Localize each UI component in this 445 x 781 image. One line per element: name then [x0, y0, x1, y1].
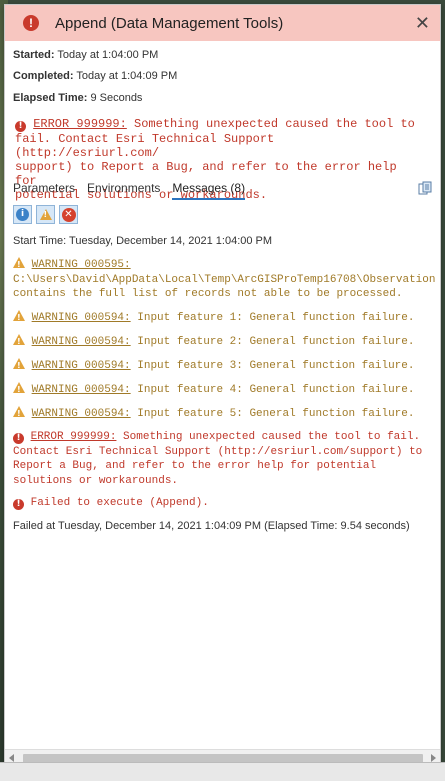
- warning-code-link[interactable]: WARNING 000594:: [32, 336, 131, 348]
- warning-message: WARNING 000594: Input feature 5: General…: [13, 406, 415, 422]
- warning-icon: [13, 358, 25, 374]
- warning-code-link[interactable]: WARNING 000594:: [32, 408, 131, 420]
- completed-row: Completed: Today at 1:04:09 PM: [13, 70, 177, 82]
- scroll-left-arrow-icon[interactable]: [9, 754, 14, 762]
- error-999999-message: ! ERROR 999999: Something unexpected cau…: [13, 430, 422, 488]
- warning-message: WARNING 000594: Input feature 3: General…: [13, 358, 415, 374]
- summary-error-line: fail. Contact Esri Technical Support (ht…: [15, 132, 275, 160]
- failed-at-message: Failed at Tuesday, December 14, 2021 1:0…: [13, 520, 410, 532]
- warning-text: Input feature 1: General function failur…: [130, 312, 415, 324]
- warning-icon: [13, 406, 25, 422]
- started-row: Started: Today at 1:04:00 PM: [13, 49, 158, 61]
- warning-code-link[interactable]: WARNING 000594:: [32, 360, 131, 372]
- elapsed-label: Elapsed Time:: [13, 92, 88, 104]
- started-value: Today at 1:04:00 PM: [57, 49, 159, 61]
- warning-text: Input feature 2: General function failur…: [130, 336, 415, 348]
- filter-warning-button[interactable]: [36, 205, 55, 224]
- elapsed-value: 9 Seconds: [90, 92, 143, 104]
- started-label: Started:: [13, 49, 55, 61]
- background-status-strip: [0, 762, 445, 781]
- elapsed-row: Elapsed Time: 9 Seconds: [13, 92, 142, 104]
- warning-message: WARNING 000594: Input feature 4: General…: [13, 382, 415, 398]
- popup-title: Append (Data Management Tools): [55, 14, 284, 32]
- warning-code-link[interactable]: WARNING 000594:: [32, 312, 131, 324]
- summary-error-code-link[interactable]: ERROR 999999:: [33, 117, 127, 131]
- tab-environments[interactable]: Environments: [87, 181, 160, 200]
- completed-label: Completed:: [13, 70, 74, 82]
- error-text: Something unexpected caused the tool to …: [116, 431, 421, 443]
- tab-messages[interactable]: Messages (8): [172, 181, 246, 200]
- failed-execute-text: Failed to execute (Append).: [30, 497, 209, 509]
- warning-icon: [13, 310, 25, 326]
- tab-parameters[interactable]: Parameters: [13, 181, 75, 200]
- copy-icon[interactable]: [418, 181, 432, 197]
- warning-text: Input feature 3: General function failur…: [130, 360, 415, 372]
- message-filter-bar: i ✕: [13, 205, 78, 224]
- warning-icon: [13, 334, 25, 350]
- error-icon: !: [13, 433, 24, 444]
- filter-error-button[interactable]: ✕: [59, 205, 78, 224]
- filter-info-button[interactable]: i: [13, 205, 32, 224]
- warning-text: Input feature 5: General function failur…: [130, 408, 415, 420]
- warning-code-link[interactable]: WARNING 000595:: [32, 259, 131, 271]
- geoprocessing-result-popup: ! Append (Data Management Tools) ✕ Start…: [4, 4, 441, 766]
- start-time-message: Start Time: Tuesday, December 14, 2021 1…: [13, 235, 273, 247]
- warning-icon: [13, 382, 25, 398]
- summary-error-line: Something unexpected caused the tool to: [134, 117, 415, 131]
- warning-text: Input feature 4: General function failur…: [130, 384, 415, 396]
- warning-message: WARNING 000594: Input feature 1: General…: [13, 310, 415, 326]
- error-text: solutions or workarounds.: [13, 474, 179, 487]
- warning-595-message: WARNING 000595: C:\Users\David\AppData\L…: [13, 257, 435, 302]
- error-text: Contact Esri Technical Support (http://e…: [13, 445, 423, 458]
- scroll-right-arrow-icon[interactable]: [431, 754, 436, 762]
- error-x-icon: ✕: [61, 207, 76, 222]
- warning-path: C:\Users\David\AppData\Local\Temp\ArcGIS…: [13, 273, 436, 286]
- error-status-icon: !: [23, 15, 39, 31]
- error-icon: !: [13, 499, 24, 510]
- completed-value: Today at 1:04:09 PM: [76, 70, 178, 82]
- warning-detail: contains the full list of records not ab…: [13, 288, 403, 300]
- close-button[interactable]: ✕: [415, 13, 430, 34]
- info-icon: i: [16, 208, 29, 221]
- failed-execute-message: ! Failed to execute (Append).: [13, 496, 209, 511]
- warning-icon: [13, 257, 25, 273]
- error-text: Report a Bug, and refer to the error hel…: [13, 460, 377, 472]
- tab-bar: Parameters Environments Messages (8): [13, 181, 246, 200]
- warning-code-link[interactable]: WARNING 000594:: [32, 384, 131, 396]
- error-icon: !: [15, 121, 26, 132]
- error-code-link[interactable]: ERROR 999999:: [31, 431, 117, 443]
- warning-message: WARNING 000594: Input feature 2: General…: [13, 334, 415, 350]
- popup-header: ! Append (Data Management Tools) ✕: [5, 5, 440, 41]
- warning-icon: [39, 209, 52, 220]
